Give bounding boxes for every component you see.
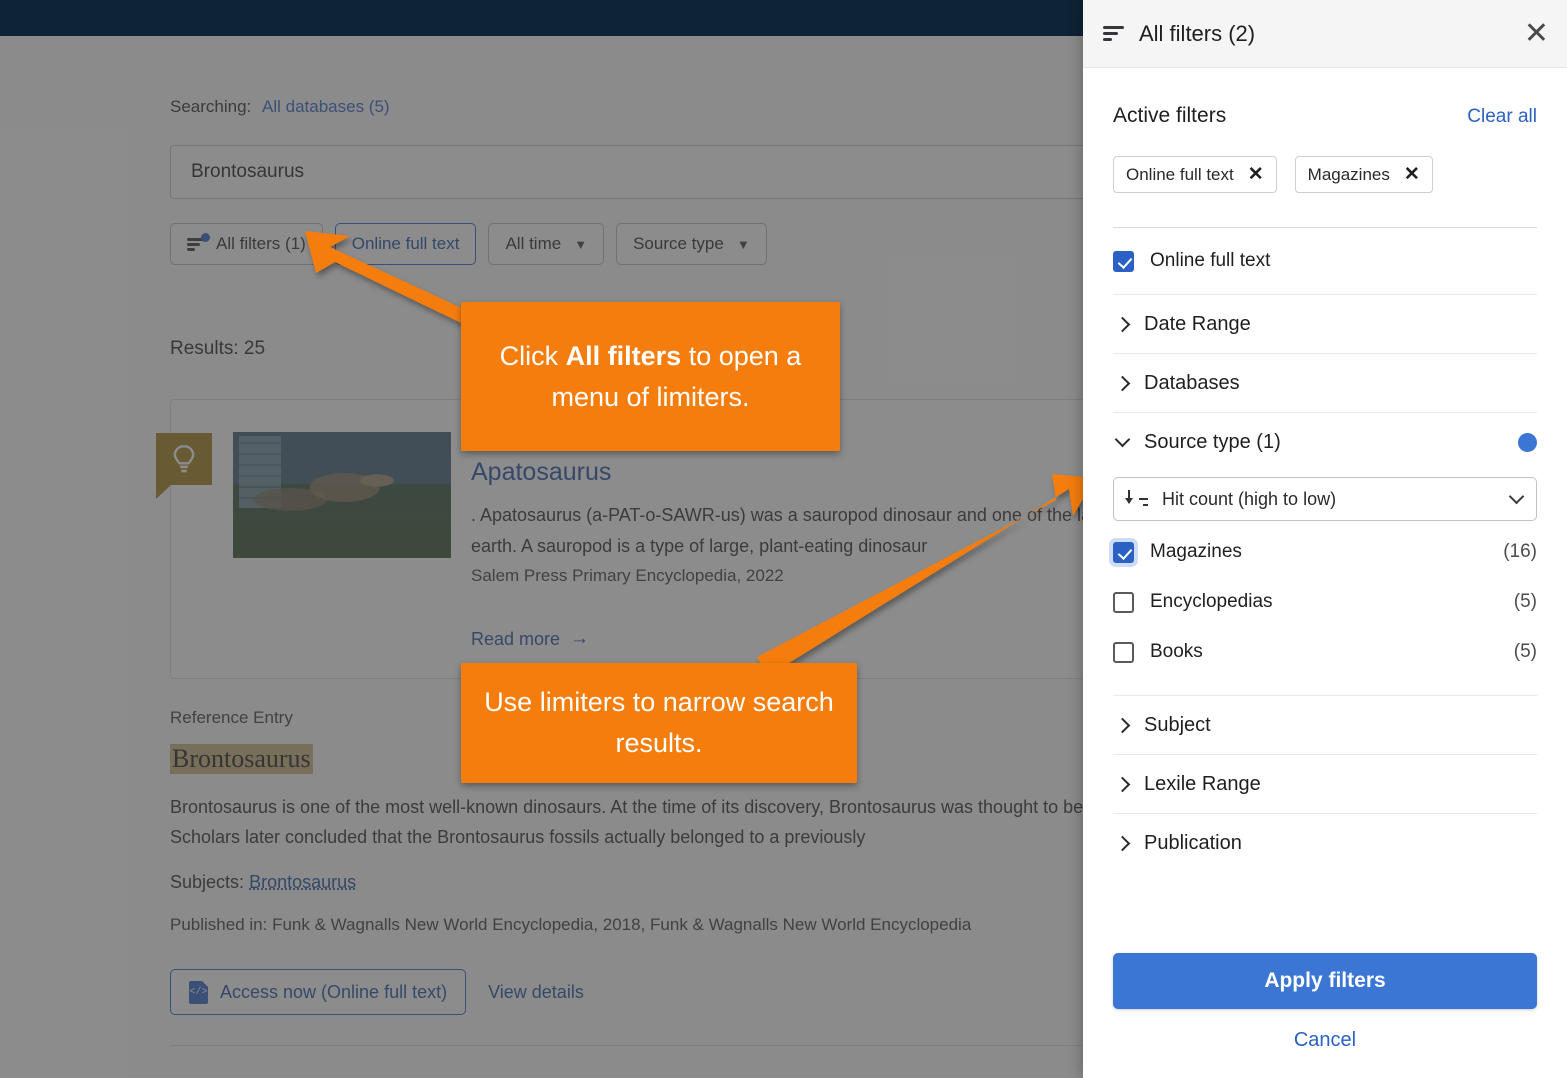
filter-pill-row: All filters (1) Online full text All tim… — [170, 223, 767, 265]
close-icon[interactable]: ✕ — [1524, 18, 1549, 49]
checkbox-icon[interactable] — [1113, 250, 1134, 272]
callout-all-filters: Click All filters to open a menu of limi… — [461, 302, 840, 451]
read-more-label: Read more — [471, 628, 561, 649]
panel-body: Active filters Clear all Online full tex… — [1083, 68, 1567, 953]
apply-filters-button[interactable]: Apply filters — [1113, 953, 1537, 1009]
section-label: Date Range — [1144, 312, 1251, 335]
online-full-text-checkbox-row[interactable]: Online full text — [1113, 228, 1537, 294]
access-now-button[interactable]: </> Access now (Online full text) — [170, 969, 467, 1015]
section-publication[interactable]: Publication — [1113, 814, 1537, 872]
section-label: Source type (1) — [1144, 430, 1281, 453]
source-option-label: Magazines — [1150, 541, 1242, 562]
panel-footer: Apply filters Cancel — [1083, 953, 1567, 1078]
callout-1-text-bold: All filters — [565, 340, 682, 371]
checkbox-icon[interactable] — [1113, 591, 1134, 613]
all-filters-panel: All filters (2) ✕ Active filters Clear a… — [1083, 0, 1567, 1078]
section-source-type[interactable]: Source type (1) — [1113, 413, 1537, 471]
source-option-count: (5) — [1513, 641, 1537, 662]
source-type-sort-select[interactable]: Hit count (high to low) — [1113, 477, 1537, 521]
search-input-value: Brontosaurus — [191, 161, 305, 182]
chevron-right-icon — [1114, 316, 1131, 332]
online-full-text-label: Online full text — [1150, 250, 1271, 271]
section-label: Lexile Range — [1144, 772, 1261, 795]
source-option-encyclopedias[interactable]: Encyclopedias (5) — [1113, 577, 1537, 627]
section-label: Publication — [1144, 831, 1242, 854]
checkbox-icon[interactable] — [1113, 641, 1134, 663]
panel-title: All filters (2) — [1139, 20, 1256, 46]
lightbulb-icon — [173, 444, 195, 473]
clear-all-link[interactable]: Clear all — [1467, 106, 1537, 128]
chip-online-full-text[interactable]: Online full text ✕ — [1113, 156, 1277, 193]
chip-label: Magazines — [1307, 164, 1390, 184]
chip-magazines[interactable]: Magazines ✕ — [1294, 156, 1433, 193]
view-details-link[interactable]: View details — [488, 982, 584, 1003]
callout-2-text: Use limiters to narrow search results. — [484, 687, 834, 758]
sort-descending-icon — [1124, 490, 1148, 508]
chevron-right-icon — [1114, 717, 1131, 733]
results-count: Results: 25 — [170, 338, 266, 359]
html-document-icon: </> — [189, 980, 208, 1004]
source-option-books[interactable]: Books (5) — [1113, 627, 1537, 677]
source-option-label: Encyclopedias — [1150, 591, 1273, 612]
subject-link[interactable]: Brontosaurus — [249, 872, 356, 892]
filter-icon — [1101, 25, 1125, 43]
panel-header: All filters (2) ✕ — [1083, 0, 1567, 68]
all-filters-label: All filters (1) — [216, 234, 306, 253]
callout-limiters: Use limiters to narrow search results. — [461, 663, 857, 783]
source-option-count: (16) — [1503, 541, 1537, 562]
chevron-right-icon — [1114, 776, 1131, 792]
close-icon[interactable]: ✕ — [1404, 163, 1420, 186]
source-option-count: (5) — [1513, 591, 1537, 612]
all-time-pill[interactable]: All time ▼ — [488, 223, 605, 265]
screen: Searching: All databases (5) Brontosauru… — [0, 0, 1567, 1078]
chevron-right-icon — [1114, 835, 1131, 851]
section-lexile-range[interactable]: Lexile Range — [1113, 755, 1537, 813]
featured-result-title[interactable]: Apatosaurus — [471, 458, 611, 487]
active-filters-title: Active filters — [1113, 104, 1227, 127]
result-title[interactable]: Brontosaurus — [170, 744, 313, 774]
section-subject[interactable]: Subject — [1113, 696, 1537, 754]
chip-label: Online full text — [1126, 164, 1234, 184]
checkbox-icon[interactable] — [1113, 541, 1134, 563]
active-indicator-dot — [1518, 432, 1537, 452]
subjects-label: Subjects: — [170, 872, 245, 892]
chevron-down-icon — [1114, 431, 1131, 448]
all-filters-button[interactable]: All filters (1) — [170, 223, 323, 265]
result-thumbnail — [233, 432, 451, 558]
online-full-text-pill-label: Online full text — [351, 234, 460, 253]
online-full-text-pill[interactable]: Online full text — [334, 223, 477, 265]
section-date-range[interactable]: Date Range — [1113, 295, 1537, 353]
searching-label: Searching: — [170, 97, 252, 116]
source-type-pill[interactable]: Source type ▼ — [616, 223, 767, 265]
featured-result-source: Salem Press Primary Encyclopedia, 2022 — [471, 566, 784, 585]
all-time-pill-label: All time — [505, 234, 562, 253]
chevron-down-icon: ▼ — [574, 236, 588, 252]
cancel-link[interactable]: Cancel — [1113, 1029, 1537, 1052]
active-filter-chips: Online full text ✕ Magazines ✕ — [1113, 156, 1537, 193]
lightbulb-badge — [156, 433, 212, 499]
all-databases-link[interactable]: All databases (5) — [262, 97, 390, 116]
sort-select-value: Hit count (high to low) — [1162, 488, 1337, 509]
arrow-right-icon: → — [570, 628, 590, 649]
source-option-label: Books — [1150, 641, 1203, 662]
source-type-pill-label: Source type — [633, 234, 724, 253]
searching-line: Searching: All databases (5) — [170, 97, 390, 117]
access-now-label: Access now (Online full text) — [220, 981, 448, 1002]
read-more-link[interactable]: Read more → — [471, 628, 589, 650]
chevron-right-icon — [1114, 375, 1131, 391]
filter-icon — [187, 233, 210, 252]
active-filters-row: Active filters Clear all — [1113, 104, 1537, 128]
chevron-down-icon: ▼ — [736, 236, 750, 252]
close-icon[interactable]: ✕ — [1248, 163, 1264, 186]
section-label: Databases — [1144, 371, 1240, 394]
callout-1-text-before: Click — [499, 340, 566, 371]
source-option-magazines[interactable]: Magazines (16) — [1113, 527, 1537, 577]
chevron-down-icon — [1508, 488, 1525, 505]
section-label: Subject — [1144, 713, 1211, 736]
section-databases[interactable]: Databases — [1113, 354, 1537, 412]
